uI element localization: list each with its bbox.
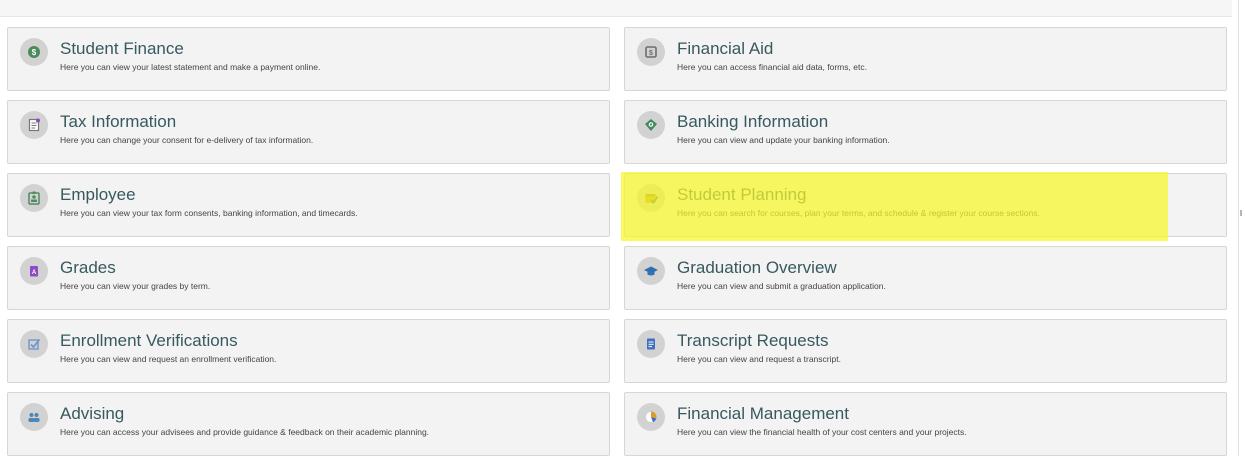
tile-advising[interactable]: Advising Here you can access your advise…: [7, 392, 610, 456]
grades-icon: A: [20, 257, 48, 285]
tile-description: Here you can view your grades by term.: [60, 281, 211, 291]
tile-description: Here you can view and request an enrollm…: [60, 354, 277, 364]
verification-check-icon: [20, 330, 48, 358]
employee-badge-icon: [20, 184, 48, 212]
transcript-icon: [637, 330, 665, 358]
tile-title: Banking Information: [677, 112, 829, 131]
graduation-cap-icon: [637, 257, 665, 285]
tile-description: Here you can view your latest statement …: [60, 62, 321, 72]
tax-form-icon: [20, 111, 48, 139]
tile-description: Here you can change your consent for e-d…: [60, 135, 314, 145]
tile-description: Here you can view your tax form consents…: [60, 208, 358, 218]
tile-student-planning[interactable]: Student Planning Here you can search for…: [624, 173, 1227, 237]
svg-text:A: A: [32, 270, 37, 276]
right-scrollbar[interactable]: [1238, 0, 1245, 456]
tile-description: Here you can view and submit a graduatio…: [677, 281, 886, 291]
dollar-circle-icon: $: [20, 38, 48, 66]
cash-icon: $: [637, 38, 665, 66]
banking-icon: [637, 111, 665, 139]
tile-description: Here you can view and request a transcri…: [677, 354, 841, 364]
svg-text:$: $: [649, 50, 653, 57]
tile-title: Financial Aid: [677, 39, 774, 58]
tile-graduation-overview[interactable]: Graduation Overview Here you can view an…: [624, 246, 1227, 310]
tile-title: Graduation Overview: [677, 258, 837, 277]
tile-title: Student Finance: [60, 39, 184, 58]
tile-enrollment-verifications[interactable]: Enrollment Verifications Here you can vi…: [7, 319, 610, 383]
tile-title: Student Planning: [677, 185, 807, 204]
tile-description: Here you can view and update your bankin…: [677, 135, 890, 145]
tile-grades[interactable]: A Grades Here you can view your grades b…: [7, 246, 610, 310]
tile-student-finance[interactable]: $ Student Finance Here you can view your…: [7, 27, 610, 91]
tile-title: Employee: [60, 185, 136, 204]
tile-title: Advising: [60, 404, 125, 423]
tile-financial-aid[interactable]: $ Financial Aid Here you can access fina…: [624, 27, 1227, 91]
tile-title: Financial Management: [677, 404, 849, 423]
tile-description: Here you can access your advisees and pr…: [60, 427, 430, 437]
pie-chart-icon: [637, 403, 665, 431]
tile-banking-information[interactable]: Banking Information Here you can view an…: [624, 100, 1227, 164]
calendar-check-icon: [637, 184, 665, 212]
tile-title: Enrollment Verifications: [60, 331, 238, 350]
tile-title: Grades: [60, 258, 116, 277]
tile-transcript-requests[interactable]: Transcript Requests Here you can view an…: [624, 319, 1227, 383]
tile-title: Transcript Requests: [677, 331, 829, 350]
tile-title: Tax Information: [60, 112, 177, 131]
tile-description: Here you can view the financial health o…: [677, 427, 967, 437]
tile-description: Here you can search for courses, plan yo…: [677, 208, 1040, 218]
advising-people-icon: [20, 403, 48, 431]
scrollbar-grip[interactable]: [1240, 210, 1242, 216]
tile-financial-management[interactable]: Financial Management Here you can view t…: [624, 392, 1227, 456]
tile-tax-information[interactable]: Tax Information Here you can change your…: [7, 100, 610, 164]
tile-employee[interactable]: Employee Here you can view your tax form…: [7, 173, 610, 237]
tile-description: Here you can access financial aid data, …: [677, 62, 867, 72]
top-header-bar: [0, 0, 1232, 17]
svg-text:$: $: [32, 48, 37, 57]
